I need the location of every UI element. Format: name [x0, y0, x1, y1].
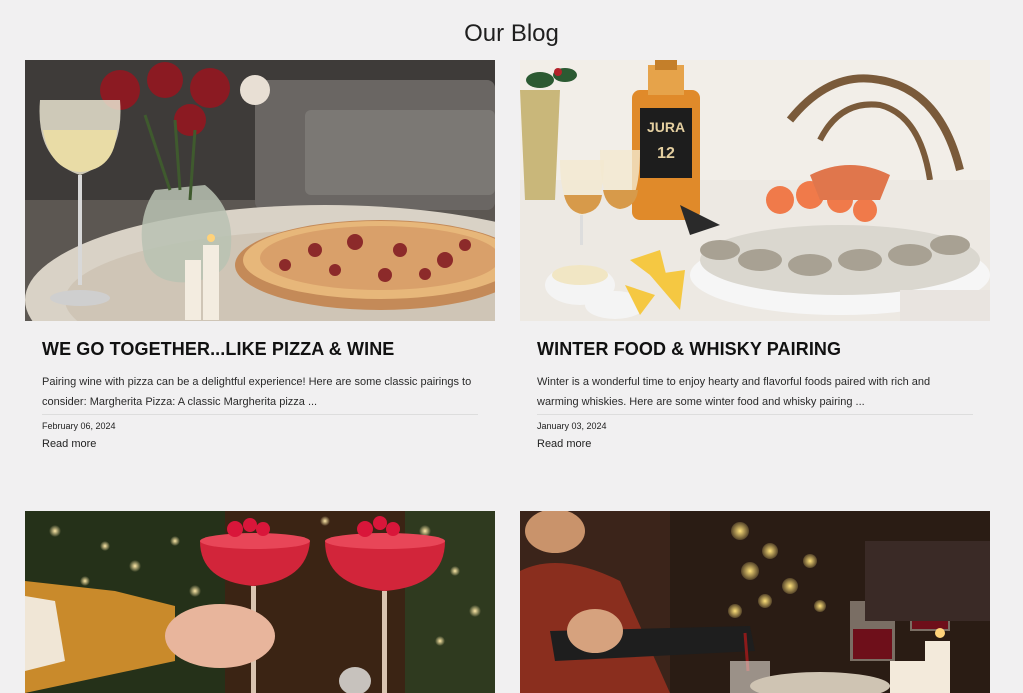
post-date: January 03, 2024	[537, 421, 607, 431]
read-more-link[interactable]: Read more	[537, 438, 591, 450]
post-excerpt: Winter is a wonderful time to enjoy hear…	[537, 372, 973, 415]
blog-page: Our Blog WE GO TOGETHER...LIKE PIZZA & W…	[0, 0, 1023, 693]
post-date: February 06, 2024	[42, 421, 116, 431]
post-excerpt: Pairing wine with pizza can be a delight…	[42, 372, 478, 415]
blog-card: JURA 12 WINTER FOOD & WHISKY PAIRING Win…	[520, 60, 990, 452]
read-more-link[interactable]: Read more	[42, 438, 96, 450]
post-title[interactable]: WINTER FOOD & WHISKY PAIRING	[537, 339, 973, 360]
post-image-red-cocktails[interactable]	[25, 511, 495, 693]
post-title[interactable]: WE GO TOGETHER...LIKE PIZZA & WINE	[42, 339, 478, 360]
post-image-wine-pouring[interactable]	[520, 511, 990, 693]
page-title: Our Blog	[464, 20, 559, 47]
post-image-whisky-seafood[interactable]: JURA 12	[520, 60, 990, 321]
bottle-label-text: JURA	[647, 119, 685, 135]
bottle-age-text: 12	[657, 145, 675, 162]
post-image-pizza-wine[interactable]	[25, 60, 495, 321]
blog-card: WE GO TOGETHER...LIKE PIZZA & WINE Pairi…	[25, 60, 495, 452]
